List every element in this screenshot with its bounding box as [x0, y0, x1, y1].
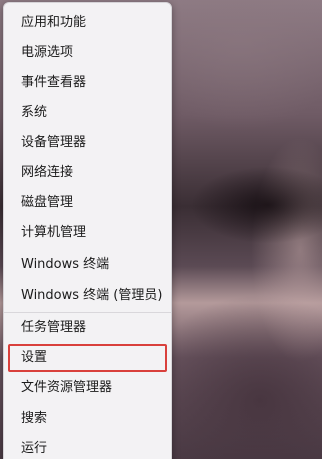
menu-item-run[interactable]: 运行 [8, 435, 167, 459]
menu-item-network-connections[interactable]: 网络连接 [8, 159, 167, 187]
menu-item-task-manager[interactable]: 任务管理器 [8, 314, 167, 342]
menu-item-computer-management[interactable]: 计算机管理 [8, 219, 167, 247]
menu-item-settings[interactable]: 设置 [8, 344, 167, 372]
menu-item-windows-terminal[interactable]: Windows 终端 [8, 251, 167, 279]
winx-context-menu: 应用和功能 电源选项 事件查看器 系统 设备管理器 网络连接 磁盘管理 计算机管… [3, 2, 172, 459]
menu-item-windows-terminal-admin[interactable]: Windows 终端 (管理员) [8, 282, 167, 310]
menu-item-apps-and-features[interactable]: 应用和功能 [8, 9, 167, 37]
menu-item-disk-management[interactable]: 磁盘管理 [8, 189, 167, 217]
menu-item-file-explorer[interactable]: 文件资源管理器 [8, 374, 167, 402]
menu-item-event-viewer[interactable]: 事件查看器 [8, 69, 167, 97]
menu-separator [4, 312, 171, 313]
desktop-wallpaper: 应用和功能 电源选项 事件查看器 系统 设备管理器 网络连接 磁盘管理 计算机管… [0, 0, 322, 459]
menu-item-system[interactable]: 系统 [8, 99, 167, 127]
menu-item-search[interactable]: 搜索 [8, 405, 167, 433]
menu-item-power-options[interactable]: 电源选项 [8, 39, 167, 67]
menu-item-device-manager[interactable]: 设备管理器 [8, 129, 167, 157]
